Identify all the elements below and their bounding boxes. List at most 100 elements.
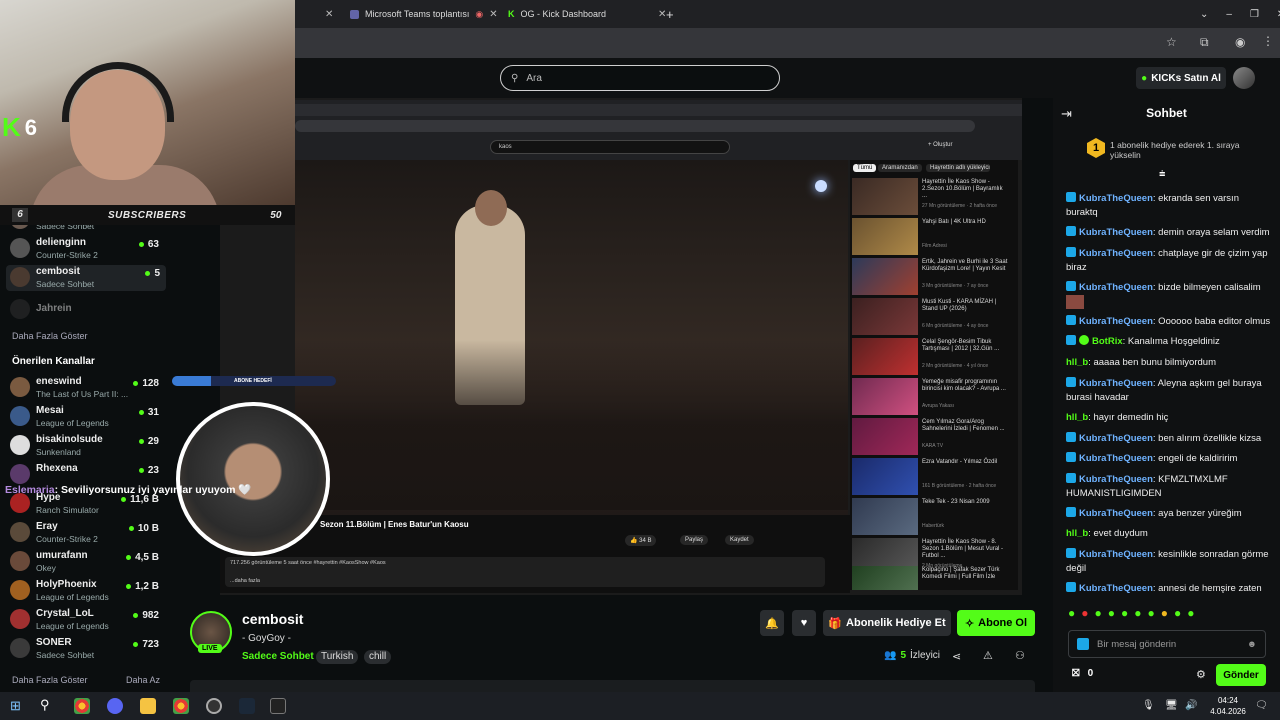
show-more-link[interactable]: Daha Fazla Göster: [12, 675, 88, 685]
chrome-icon[interactable]: [74, 698, 90, 714]
file-explorer-icon[interactable]: [140, 698, 156, 714]
minimize-icon[interactable]: –: [1226, 9, 1232, 20]
avatar: [10, 493, 30, 513]
steam-icon[interactable]: [239, 698, 255, 714]
channel-points[interactable]: ⛝ 0: [1072, 668, 1093, 679]
subscribe-button[interactable]: ✧ Abone Ol: [957, 610, 1035, 636]
network-icon[interactable]: 🖥: [1165, 700, 1178, 711]
restore-icon[interactable]: ❐: [1250, 9, 1259, 20]
send-button[interactable]: Gönder: [1216, 664, 1266, 686]
sidebar-channel-active[interactable]: cembosit Sadece Sohbet 5: [6, 265, 166, 291]
tab-kick-dashboard[interactable]: K OG - Kick Dashboard ✕: [508, 4, 666, 24]
chat-username[interactable]: KubraTheQueen: [1079, 508, 1153, 519]
chat-username[interactable]: KubraTheQueen: [1079, 282, 1153, 293]
sidebar-channel[interactable]: Eray Counter-Strike 2 10 B: [10, 520, 165, 546]
chat-username[interactable]: KubraTheQueen: [1079, 378, 1153, 389]
chat-username[interactable]: KubraTheQueen: [1079, 227, 1153, 238]
sub-goal-bar: ABONE HEDEFİ: [172, 376, 336, 386]
emoji-icon[interactable]: ☻: [1247, 639, 1257, 650]
emote-icon[interactable]: ●: [1187, 606, 1194, 624]
menu-icon[interactable]: ⋮: [1262, 34, 1274, 48]
emote-icon[interactable]: ●: [1081, 606, 1088, 624]
emote-icon[interactable]: ●: [1068, 606, 1075, 624]
chat-username[interactable]: KubraTheQueen: [1079, 193, 1153, 204]
chat-username[interactable]: KubraTheQueen: [1079, 549, 1153, 560]
record-icon: ◉: [475, 8, 484, 19]
emote-icon[interactable]: ●: [1148, 606, 1155, 624]
sidebar-channel[interactable]: Crystal_LoL League of Legends 982: [10, 607, 165, 633]
extensions-icon[interactable]: ⧉: [1200, 35, 1209, 50]
report-icon[interactable]: ⚠: [983, 649, 993, 662]
emote-icon[interactable]: ●: [1174, 606, 1181, 624]
follow-button[interactable]: ♥: [792, 610, 816, 636]
show-more-link[interactable]: Daha Fazla Göster: [12, 331, 88, 341]
chrome-profile-icon[interactable]: [173, 698, 189, 714]
mic-icon[interactable]: 🎙: [1142, 700, 1155, 711]
gift-sub-button[interactable]: 🎁 Abonelik Hediye Et: [823, 610, 951, 636]
streamer-webcam: [0, 0, 295, 205]
sidebar-channel[interactable]: Mesai League of Legends 31: [10, 404, 165, 430]
windows-start-icon[interactable]: ⊞: [10, 698, 21, 714]
notification-bell-button[interactable]: 🔔: [760, 610, 784, 636]
chat-username[interactable]: hll_b: [1066, 357, 1088, 368]
yt-suggestion-title: Teke Tek - 23 Nisan 2009: [922, 499, 990, 505]
live-badge: LIVE: [198, 644, 222, 653]
buy-kicks-button[interactable]: ● KICKs Satın Al: [1136, 67, 1226, 89]
sidebar-channel[interactable]: delienginn Counter-Strike 2 63: [10, 236, 165, 262]
chat-username[interactable]: hll_b: [1066, 412, 1088, 423]
pin-icon[interactable]: ⩧: [1159, 168, 1165, 181]
avatar: [10, 406, 30, 426]
emote-icon[interactable]: ●: [1108, 606, 1115, 624]
profile-icon[interactable]: ◉: [1235, 35, 1245, 49]
category-link[interactable]: Sadece Sohbet: [242, 651, 314, 662]
channel-category: Okey: [36, 563, 56, 573]
search-icon[interactable]: ⚲: [40, 697, 50, 713]
tag-turkish[interactable]: Turkish: [316, 650, 359, 664]
new-tab-icon[interactable]: +: [666, 4, 674, 24]
emote-icon[interactable]: ●: [1161, 606, 1168, 624]
taskbar-clock[interactable]: 04:24 4.04.2026: [1208, 695, 1248, 717]
emote-icon[interactable]: ●: [1121, 606, 1128, 624]
emote-icon[interactable]: ●: [1095, 606, 1102, 624]
discord-icon[interactable]: [107, 698, 123, 714]
chat-message: hll_b: evet duydum: [1066, 527, 1271, 541]
user-add-icon[interactable]: ⚇: [1015, 649, 1025, 662]
chat-username[interactable]: hll_b: [1066, 528, 1088, 539]
star-icon[interactable]: ☆: [1166, 35, 1177, 49]
chat-message-input[interactable]: Bir mesaj gönderin ☻: [1068, 630, 1266, 658]
guest-webcam: [176, 402, 330, 556]
show-less-link[interactable]: Daha Az: [126, 675, 160, 685]
search-input[interactable]: ⚲ Ara: [500, 65, 780, 91]
tag-chill[interactable]: chill: [364, 650, 392, 664]
sidebar-channel[interactable]: eneswind The Last of Us Part II: ... 128: [10, 375, 165, 401]
teams-icon: [350, 9, 359, 19]
yt-suggestion-meta: 3 Mn görüntüleme · 7 ay önce: [922, 283, 989, 289]
tab-teams[interactable]: Microsoft Teams toplantısı ◉ ✕: [350, 4, 498, 24]
yt-share-button: Paylaş: [680, 535, 709, 545]
volume-icon[interactable]: 🔊: [1185, 700, 1197, 711]
sidebar-channel[interactable]: SONER Sadece Sohbet 723: [10, 636, 165, 662]
chat-placeholder: Bir mesaj gönderin: [1097, 638, 1177, 650]
sidebar-channel[interactable]: bisakinolsude Sunkenland 29: [10, 433, 165, 459]
share-icon[interactable]: ⋖: [952, 650, 961, 663]
user-avatar[interactable]: [1233, 67, 1255, 89]
close-icon[interactable]: ✕: [489, 9, 497, 20]
emote-icon[interactable]: ●: [1134, 606, 1141, 624]
sidebar-channel[interactable]: HolyPhoenix League of Legends 1,2 B: [10, 578, 165, 604]
chat-username[interactable]: KubraTheQueen: [1079, 453, 1153, 464]
chat-username[interactable]: KubraTheQueen: [1079, 316, 1153, 327]
epic-games-icon[interactable]: [270, 698, 286, 714]
chat-username[interactable]: KubraTheQueen: [1079, 474, 1153, 485]
chat-settings-icon[interactable]: ⚙: [1196, 668, 1206, 681]
sidebar-channel[interactable]: umurafann Okey 4,5 B: [10, 549, 165, 575]
sidebar-channel-offline[interactable]: Jahrein: [10, 297, 165, 323]
notification-icon[interactable]: 🗨: [1255, 700, 1268, 711]
chevron-down-icon[interactable]: ⌄: [1200, 9, 1208, 20]
chat-username[interactable]: KubraTheQueen: [1079, 248, 1153, 259]
chat-username[interactable]: KubraTheQueen: [1079, 433, 1153, 444]
channel-name[interactable]: cembosit: [242, 611, 303, 627]
chat-username[interactable]: KubraTheQueen: [1079, 583, 1153, 594]
tab-close-icon[interactable]: ✕: [325, 4, 333, 24]
chat-username[interactable]: BotRix: [1092, 336, 1123, 347]
obs-icon[interactable]: [206, 698, 222, 714]
